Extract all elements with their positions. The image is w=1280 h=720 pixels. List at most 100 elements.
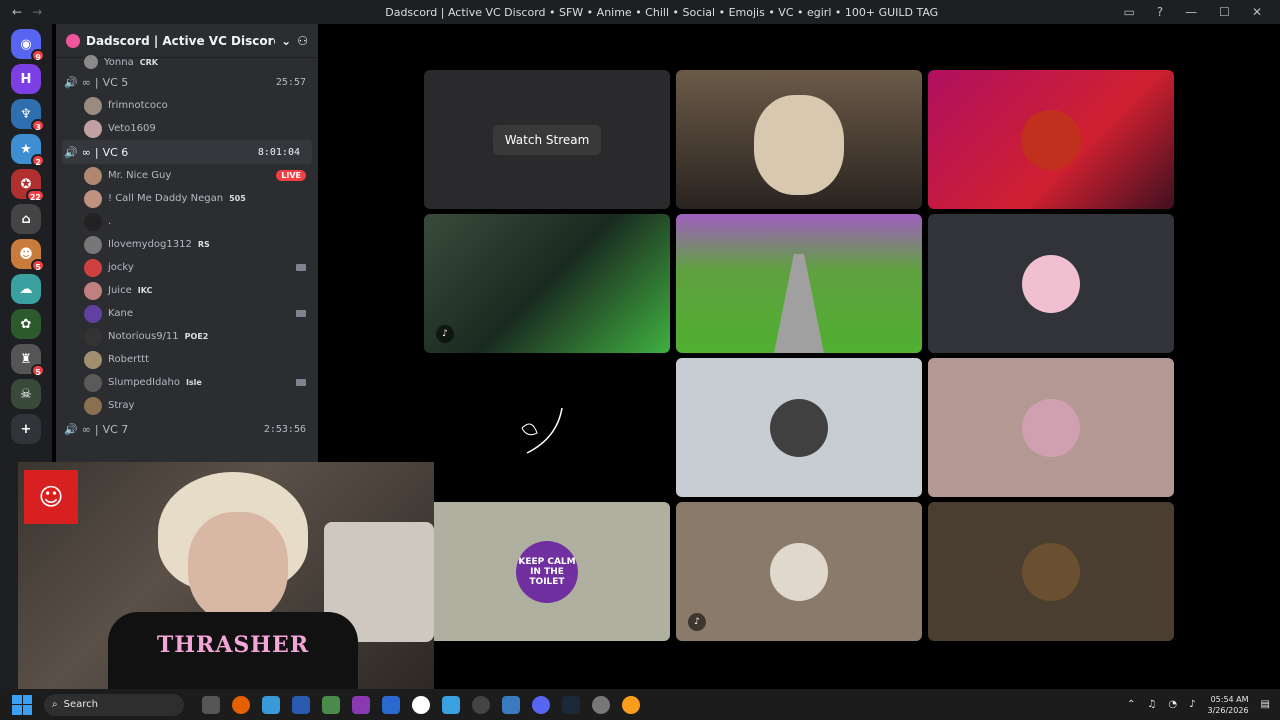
app-icon[interactable]: [292, 695, 310, 714]
server-icon[interactable]: ☁: [11, 274, 41, 304]
back-icon[interactable]: ←: [12, 5, 22, 19]
stream-tile[interactable]: Watch Stream: [424, 70, 670, 209]
app-icon[interactable]: [352, 695, 370, 714]
voice-member[interactable]: ! Call Me Daddy Negan 505: [56, 187, 318, 210]
wifi-icon[interactable]: ◔: [1168, 699, 1177, 710]
server-icon[interactable]: ◉ 9: [11, 29, 45, 62]
camera-icon: [296, 379, 306, 386]
voice-member[interactable]: Kane: [56, 302, 318, 325]
voice-member[interactable]: jocky: [56, 256, 318, 279]
notification-icon[interactable]: ▤: [1261, 699, 1270, 710]
video-tile[interactable]: [928, 214, 1174, 353]
server-icon[interactable]: ♆ 3: [11, 99, 45, 132]
voice-member[interactable]: frimnotcoco: [56, 94, 318, 117]
server-header[interactable]: Dadscord | Active VC Discord • SF... ⌄ ⚇: [56, 24, 318, 58]
server-icon[interactable]: ♜ 5: [11, 344, 45, 377]
mic-icon[interactable]: ♫: [1147, 699, 1156, 710]
server-glyph: ♆: [20, 106, 32, 122]
server-icon: [66, 33, 80, 48]
voice-channel[interactable]: 🔊 ∞ | VC 5 25:57: [56, 70, 318, 94]
stream-tile[interactable]: [676, 214, 922, 353]
video-tile[interactable]: [928, 358, 1174, 497]
chevron-down-icon[interactable]: ⌄: [281, 34, 291, 48]
member-name: ! Call Me Daddy Negan: [108, 193, 224, 204]
photos-icon[interactable]: [442, 695, 460, 714]
server-icon[interactable]: +: [11, 414, 41, 444]
video-tile[interactable]: [928, 502, 1174, 641]
clock[interactable]: 05:54 AM 3/26/2026: [1208, 694, 1249, 716]
add-member-icon[interactable]: ⚇: [297, 34, 308, 48]
channel-name: VC 7: [102, 422, 129, 436]
video-tile[interactable]: [424, 358, 670, 497]
volume-icon[interactable]: ♪: [1189, 699, 1195, 710]
channel-timer: 25:57: [275, 76, 306, 88]
voice-member[interactable]: Veto1609: [56, 117, 318, 140]
avatar: KEEP CALM IN THE TOILET: [516, 540, 578, 603]
firefox-icon[interactable]: [232, 695, 250, 714]
server-name: Dadscord | Active VC Discord • SF...: [86, 33, 275, 48]
avatar: [84, 396, 102, 415]
maximize-icon[interactable]: ☐: [1219, 5, 1230, 19]
mention-badge: 3: [31, 119, 45, 132]
search-icon: ⌕: [52, 699, 58, 710]
server-icon[interactable]: ☠: [11, 379, 41, 409]
member-name: Yonna: [104, 56, 134, 68]
app-icon[interactable]: [502, 695, 520, 714]
voice-channel[interactable]: 🔊 ∞ | VC 6 8:01:04: [62, 140, 312, 164]
app-icon[interactable]: [322, 695, 340, 714]
voice-member[interactable]: Ilovemydog1312 RS: [56, 233, 318, 256]
server-icon[interactable]: ⌂: [11, 204, 41, 234]
watch-stream-button[interactable]: Watch Stream: [492, 124, 602, 155]
overwatch-icon[interactable]: [622, 695, 640, 714]
avatar: [84, 166, 102, 185]
taskbar: ⌕ Search ⌃ ♫ ◔ ♪ 05:54 AM 3/26/2026 ▤: [0, 689, 1280, 720]
server-icon[interactable]: ✪ 22: [11, 169, 45, 202]
app-icon[interactable]: [412, 695, 430, 714]
voice-member[interactable]: Mr. Nice Guy LIVE: [56, 164, 318, 187]
member-name: frimnotcoco: [108, 100, 168, 111]
help-icon[interactable]: ?: [1157, 5, 1163, 19]
server-icon[interactable]: ✿: [11, 309, 41, 339]
voice-channel-list: 🔊 ∞ | VC 5 25:57 frimnotcoco Veto1609 🔊 ∞ | VC 6 8:…: [56, 70, 318, 441]
voice-member[interactable]: Notorious9/11 POE2: [56, 325, 318, 348]
video-tile[interactable]: [676, 358, 922, 497]
video-tile[interactable]: [676, 70, 922, 209]
avatar: [84, 258, 102, 277]
video-tile[interactable]: [928, 70, 1174, 209]
server-icon[interactable]: H: [11, 64, 41, 94]
video-tile[interactable]: ♪: [676, 502, 922, 641]
minimize-icon[interactable]: —: [1185, 5, 1197, 19]
system-tray: ⌃ ♫ ◔ ♪ 05:54 AM 3/26/2026 ▤: [1127, 694, 1280, 716]
server-glyph: ☁: [19, 281, 33, 297]
guild-tag: RS: [197, 240, 210, 249]
shirt-text: THRASHER: [156, 632, 310, 658]
discord-icon[interactable]: [532, 695, 550, 714]
app-icon[interactable]: [262, 695, 280, 714]
chevron-up-icon[interactable]: ⌃: [1127, 699, 1135, 710]
voice-member[interactable]: Yonna CRK: [56, 54, 318, 70]
voice-channel[interactable]: 🔊 ∞ | VC 7 2:53:56: [56, 417, 318, 441]
video-tile[interactable]: KEEP CALM IN THE TOILET: [424, 502, 670, 641]
video-tile[interactable]: ♪: [424, 214, 670, 353]
voice-member[interactable]: Stray: [56, 394, 318, 417]
close-icon[interactable]: ✕: [1252, 5, 1262, 19]
streamer-shirt: THRASHER: [108, 612, 358, 690]
voice-member[interactable]: Roberttt: [56, 348, 318, 371]
forward-icon[interactable]: →: [32, 5, 42, 19]
guild-tag: IKC: [137, 286, 153, 295]
app-icon[interactable]: [472, 695, 490, 714]
mention-badge: 2: [31, 154, 45, 167]
voice-member[interactable]: SlumpedIdaho Isle: [56, 371, 318, 394]
steam-icon[interactable]: [562, 695, 580, 714]
taskbar-search[interactable]: ⌕ Search: [44, 693, 184, 716]
server-icon[interactable]: ☻ 5: [11, 239, 45, 272]
windows-start-icon[interactable]: [12, 694, 32, 715]
server-glyph: ♜: [20, 351, 32, 367]
server-icon[interactable]: ★ 2: [11, 134, 45, 167]
settings-icon[interactable]: [592, 695, 610, 714]
voice-member[interactable]: .: [56, 210, 318, 233]
inbox-icon[interactable]: ▭: [1123, 5, 1134, 19]
app-icon[interactable]: [382, 695, 400, 714]
voice-member[interactable]: Juice IKC: [56, 279, 318, 302]
app-icon[interactable]: [202, 695, 220, 714]
